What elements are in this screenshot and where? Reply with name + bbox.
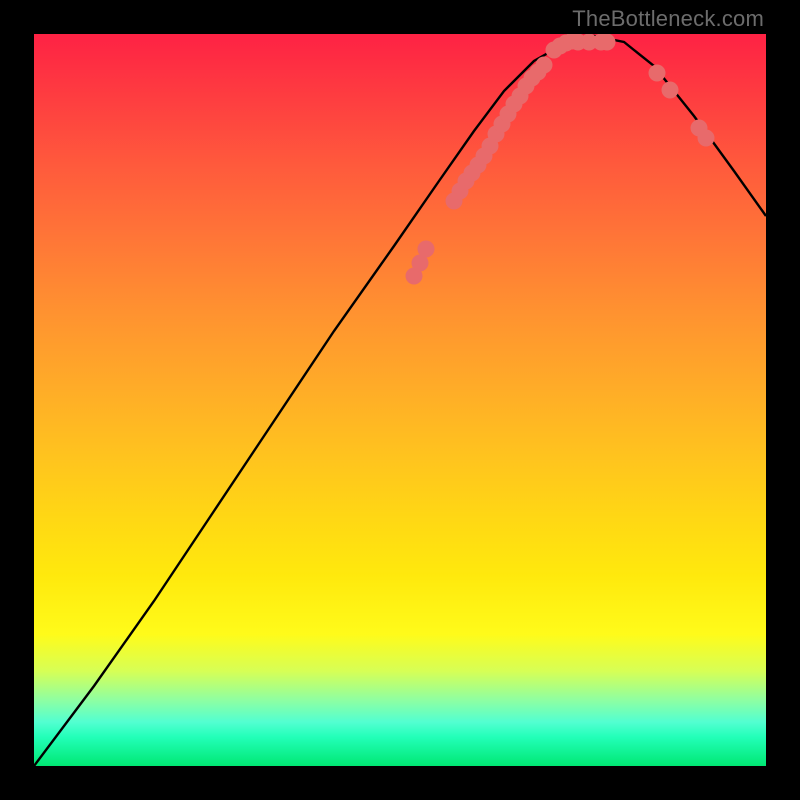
data-point bbox=[698, 130, 715, 147]
data-point bbox=[536, 57, 553, 74]
bottleneck-curve bbox=[34, 36, 766, 766]
curve-svg bbox=[34, 34, 766, 766]
data-point bbox=[649, 65, 666, 82]
data-point bbox=[662, 82, 679, 99]
chart-frame: TheBottleneck.com bbox=[0, 0, 800, 800]
data-point bbox=[418, 241, 435, 258]
plot-area bbox=[34, 34, 766, 766]
data-points bbox=[406, 34, 715, 285]
data-point bbox=[599, 34, 616, 51]
watermark-text: TheBottleneck.com bbox=[572, 6, 764, 32]
